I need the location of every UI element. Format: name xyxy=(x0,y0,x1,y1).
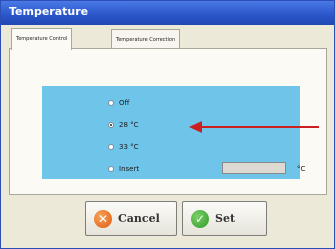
option-28[interactable]: 28 °C xyxy=(108,118,139,132)
check-icon: ✓ xyxy=(191,209,209,228)
cancel-button[interactable]: ✕ Cancel xyxy=(85,201,177,236)
option-insert[interactable]: Insert °C xyxy=(108,162,305,176)
radio-insert[interactable] xyxy=(108,166,114,172)
insert-unit-label: °C xyxy=(297,165,306,173)
option-33-label: 33 °C xyxy=(119,143,139,151)
window-title: Temperature xyxy=(9,5,89,18)
pointer-arrow-line xyxy=(201,126,319,128)
temperature-options-panel: Off 28 °C 33 °C Insert °C xyxy=(42,86,305,179)
radio-28[interactable] xyxy=(108,122,114,128)
pointer-arrow-head xyxy=(189,121,202,133)
set-button[interactable]: ✓ Set xyxy=(182,201,267,236)
option-insert-label: Insert xyxy=(119,165,140,173)
cancel-x-icon: ✕ xyxy=(94,209,112,228)
title-bar[interactable]: Temperature xyxy=(1,1,334,25)
option-33[interactable]: 33 °C xyxy=(108,140,139,154)
tab-panel: Off 28 °C 33 °C Insert °C xyxy=(9,48,327,195)
set-button-label: Set xyxy=(215,212,236,225)
option-off[interactable]: Off xyxy=(108,96,129,110)
tab-temperature-control[interactable]: Temperature Control xyxy=(11,28,73,50)
cancel-button-label: Cancel xyxy=(118,212,160,225)
temperature-dialog: Temperature Temperature Control Temperat… xyxy=(0,0,335,249)
radio-off[interactable] xyxy=(108,100,114,106)
option-28-label: 28 °C xyxy=(119,121,139,129)
option-off-label: Off xyxy=(119,99,130,107)
tab-temperature-correction[interactable]: Temperature Correction xyxy=(111,29,181,49)
radio-33[interactable] xyxy=(108,144,114,150)
insert-temperature-field[interactable] xyxy=(222,162,286,174)
